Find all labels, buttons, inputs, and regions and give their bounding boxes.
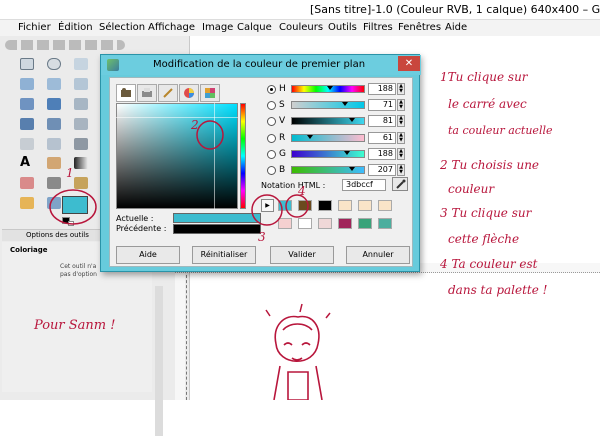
drawn-character xyxy=(273,315,323,400)
annotation-number-1: 1 xyxy=(66,166,74,180)
hair-strokes xyxy=(265,303,331,319)
note-step4-line1: 4 Ta couleur est xyxy=(440,257,538,271)
annotation-number-2: 2 xyxy=(191,118,199,132)
note-step1-line3: ta couleur actuelle xyxy=(448,124,553,137)
circle-color-area xyxy=(196,120,224,150)
circle-history-swatch xyxy=(285,194,309,218)
note-step1-line2: le carré avec xyxy=(448,97,527,111)
note-step3-line2: cette flèche xyxy=(448,232,520,246)
circle-arrow-button xyxy=(251,194,283,226)
annotation-number-4: 4 xyxy=(298,184,306,198)
signature-note: Pour Sanm ! xyxy=(34,318,116,333)
note-step1-line1: 1Tu clique sur xyxy=(440,70,528,84)
circle-fg-swatch xyxy=(49,189,97,225)
note-step4-line2: dans ta palette ! xyxy=(448,283,548,297)
note-step2-line2: couleur xyxy=(448,182,495,196)
annotation-drawing xyxy=(49,120,331,400)
note-step2-line1: 2 Tu choisis une xyxy=(440,158,540,172)
note-step3-line1: 3 Tu clique sur xyxy=(440,206,532,220)
annotation-number-3: 3 xyxy=(258,230,266,244)
